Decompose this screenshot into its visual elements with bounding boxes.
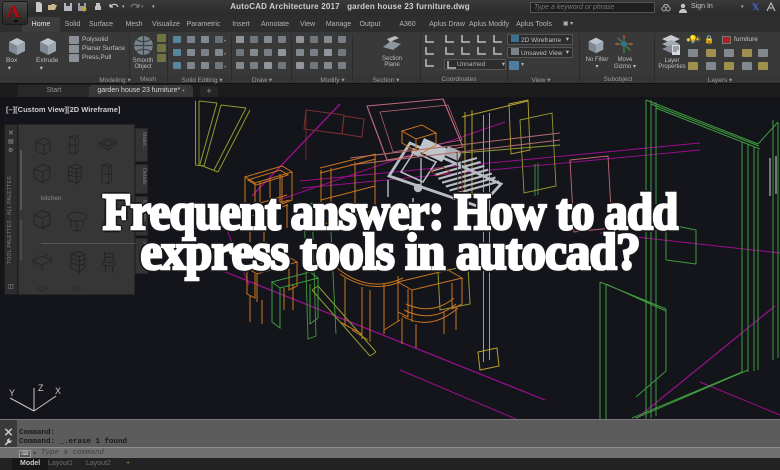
svg-text:X: X bbox=[55, 386, 61, 396]
svg-text:Z: Z bbox=[38, 383, 44, 393]
svg-text:Y: Y bbox=[9, 388, 15, 398]
